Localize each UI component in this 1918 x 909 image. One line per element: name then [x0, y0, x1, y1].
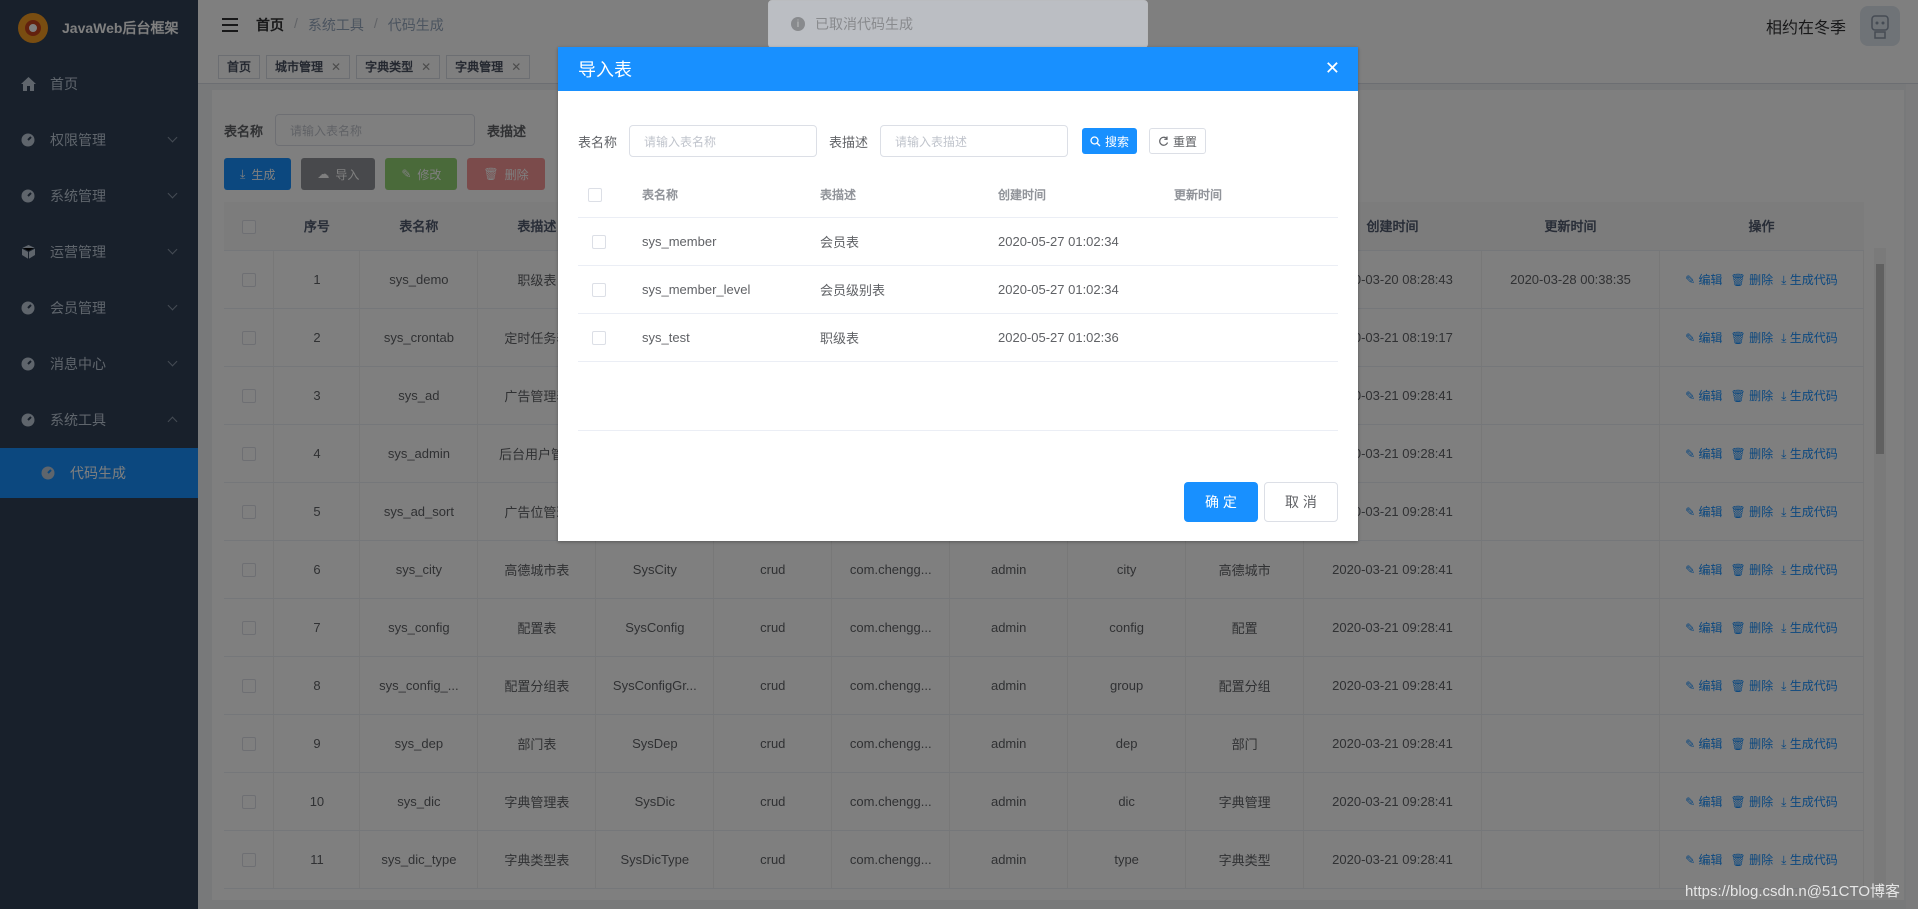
column-header: 更新时间 [1174, 173, 1338, 218]
dialog-footer: 确 定 取 消 [1184, 482, 1338, 522]
table-name-input[interactable]: 请输入表名称 [629, 125, 818, 157]
row-checkbox[interactable] [592, 282, 606, 297]
column-header: 表名称 [642, 173, 820, 218]
refresh-icon [1159, 136, 1169, 146]
toast-text: 已取消代码生成 [815, 16, 913, 32]
table-cell: sys_test [642, 313, 820, 362]
dialog-header: 导入表 ✕ [558, 47, 1358, 91]
reset-button[interactable]: 重置 [1149, 128, 1207, 154]
table-row[interactable]: sys_test 职级表 2020-05-27 01:02:36 [578, 313, 1338, 362]
table-cell [1174, 265, 1338, 314]
table-header: 表名称 表描述 创建时间 更新时间 [578, 173, 1338, 218]
table-cell: 会员表 [820, 217, 998, 266]
table-row[interactable]: sys_member 会员表 2020-05-27 01:02:34 [578, 217, 1338, 266]
table-cell: sys_member_level [642, 265, 820, 314]
table-cell: 会员级别表 [820, 265, 998, 314]
confirm-button[interactable]: 确 定 [1184, 482, 1258, 522]
row-checkbox[interactable] [592, 330, 606, 345]
table-row[interactable]: sys_member_level 会员级别表 2020-05-27 01:02:34 [578, 265, 1338, 314]
search-icon [1090, 135, 1101, 146]
column-header: 创建时间 [998, 173, 1174, 218]
table-cell: 2020-05-27 01:02:36 [998, 313, 1174, 362]
import-table-list: 表名称 表描述 创建时间 更新时间 sys_member 会员表 2020-05-2… [578, 173, 1338, 362]
table-cell: 职级表 [820, 313, 998, 362]
name-label: 表名称 [578, 134, 618, 150]
dialog-search-form: 表名称 请输入表名称 表描述 请输入表描述 搜索 重置 [578, 125, 1207, 157]
search-button[interactable]: 搜索 [1082, 128, 1138, 154]
reset-label: 重置 [1173, 134, 1198, 149]
table-cell: 2020-05-27 01:02:34 [998, 217, 1174, 266]
toast-message: i 已取消代码生成 [768, 0, 1148, 48]
info-icon: i [791, 17, 805, 31]
search-label: 搜索 [1105, 134, 1130, 149]
select-all-checkbox[interactable] [588, 188, 602, 203]
table-desc-input[interactable]: 请输入表描述 [880, 125, 1069, 157]
table-cell: sys_member [642, 217, 820, 266]
table-cell: 2020-05-27 01:02:34 [998, 265, 1174, 314]
close-icon[interactable]: ✕ [1325, 59, 1340, 77]
desc-label: 表描述 [829, 134, 869, 150]
table-footer-area [578, 363, 1338, 431]
row-checkbox[interactable] [592, 234, 606, 249]
import-table-dialog: 导入表 ✕ 表名称 请输入表名称 表描述 请输入表描述 搜索 重置 表名称 表描… [558, 47, 1358, 541]
dialog-title: 导入表 [578, 60, 632, 80]
cancel-button[interactable]: 取 消 [1264, 482, 1338, 522]
watermark: https://blog.csdn.n@51CTO博客 [1684, 883, 1900, 900]
table-body: sys_member 会员表 2020-05-27 01:02:34 sys_memb… [578, 217, 1338, 362]
table-cell [1174, 313, 1338, 362]
table-cell [1174, 217, 1338, 266]
column-header: 表描述 [820, 173, 998, 218]
